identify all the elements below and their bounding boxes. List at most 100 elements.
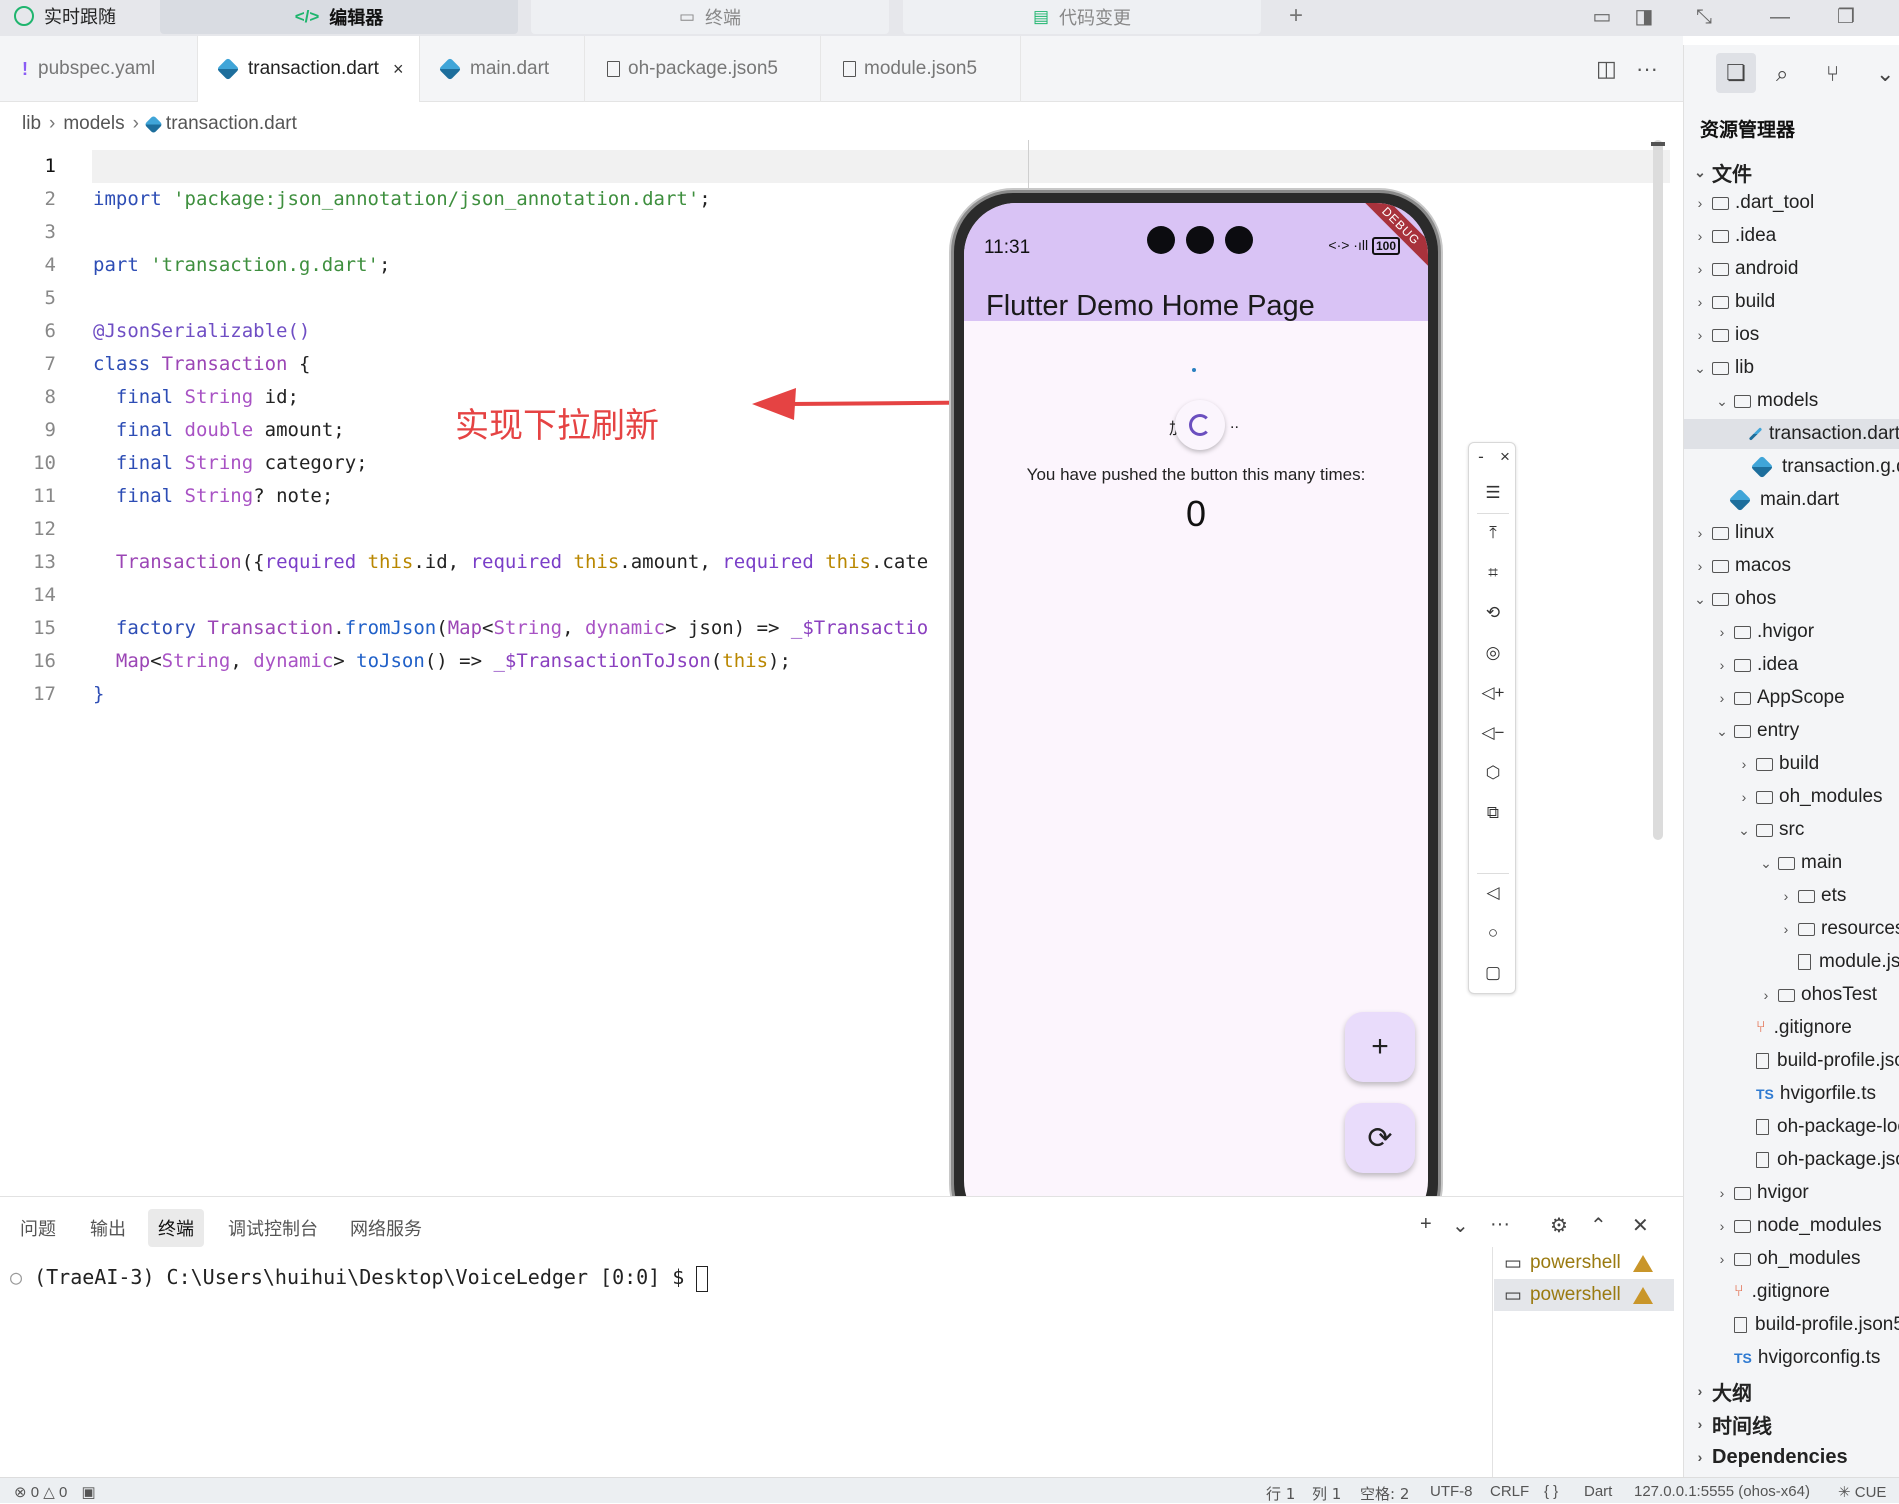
tree-item[interactable]: TS hvigorconfig.ts <box>1734 1343 1880 1373</box>
new-tab-button[interactable]: + <box>1276 2 1316 32</box>
tree-item[interactable]: › resources <box>1778 914 1899 944</box>
recents-icon[interactable]: ▢ <box>1469 963 1517 983</box>
tree-item[interactable]: ⑂ .gitignore <box>1734 1277 1830 1307</box>
volume-up-icon[interactable]: ◁+ <box>1469 683 1517 703</box>
crop-icon[interactable]: ⌗ <box>1469 563 1517 583</box>
tree-item[interactable]: ⌄ src <box>1736 815 1804 845</box>
tree-item[interactable]: ⌄ entry <box>1714 716 1799 746</box>
cursor-column[interactable]: 列 1 <box>1312 1483 1341 1504</box>
phone-screen[interactable]: 11:31 <·> ·ıll 100 DEBUG Flutter Demo Ho… <box>964 203 1428 1233</box>
language-braces-icon[interactable]: { } <box>1544 1483 1558 1500</box>
tree-item[interactable]: main.dart <box>1728 485 1839 515</box>
new-terminal-icon[interactable]: + <box>1420 1213 1432 1236</box>
restore-icon[interactable]: ❐ <box>1832 4 1860 30</box>
add-fab-button[interactable]: + <box>1345 1012 1415 1082</box>
panel-tab-network[interactable]: 网络服务 <box>340 1209 432 1247</box>
files-section-header[interactable]: ⌄ 文件 <box>1692 157 1752 187</box>
emu-minimize-icon[interactable]: - <box>1469 447 1493 467</box>
tree-item[interactable]: ⌄ models <box>1714 386 1818 416</box>
home-icon[interactable]: ○ <box>1469 923 1517 943</box>
pin-top-icon[interactable]: ⤒ <box>1469 523 1517 543</box>
tree-item[interactable]: › .idea <box>1692 221 1777 251</box>
settings-icon[interactable]: ⚙ <box>1550 1213 1568 1238</box>
layout-side-icon[interactable]: ◨ <box>1630 4 1658 30</box>
tree-item[interactable]: ⌄ ohos <box>1692 584 1776 614</box>
rotate-icon[interactable]: ⟲ <box>1469 603 1517 623</box>
collapse-icon[interactable]: ⤡ <box>1690 4 1718 30</box>
volume-down-icon[interactable]: ◁− <box>1469 723 1517 743</box>
top-tab-changes[interactable]: ▤ 代码变更 <box>903 0 1261 34</box>
tree-item[interactable]: ⑂ .gitignore <box>1756 1013 1852 1043</box>
tree-item[interactable]: build-profile.json5 <box>1734 1310 1899 1340</box>
panel-tab-output[interactable]: 输出 <box>80 1209 136 1247</box>
tree-item[interactable]: ⌄ main <box>1758 848 1842 878</box>
menu-icon[interactable]: ☰ <box>1469 483 1517 503</box>
tree-item[interactable]: › build <box>1736 749 1820 779</box>
screenshot-icon[interactable]: ◎ <box>1469 643 1517 663</box>
chevron-down-icon[interactable]: ⌄ <box>1876 61 1894 87</box>
tree-item[interactable]: build-profile.json5 <box>1756 1046 1899 1076</box>
panel-tab-debug-console[interactable]: 调试控制台 <box>218 1209 328 1247</box>
emu-close-icon[interactable]: × <box>1493 447 1517 467</box>
tree-item[interactable]: › android <box>1692 254 1799 284</box>
tree-item[interactable]: ⌄ lib <box>1692 353 1754 383</box>
tab-module-json[interactable]: module.json5 <box>821 36 1021 102</box>
tree-item-selected[interactable]: transaction.dart <box>1684 419 1899 449</box>
close-panel-icon[interactable]: ✕ <box>1632 1213 1649 1238</box>
cue-indicator[interactable]: ✳ CUE <box>1838 1483 1886 1501</box>
tree-item[interactable]: › node_modules <box>1714 1211 1882 1241</box>
tree-item[interactable]: › .dart_tool <box>1692 188 1815 218</box>
tree-item[interactable]: › .idea <box>1714 650 1799 680</box>
back-icon[interactable]: ◁ <box>1469 883 1517 903</box>
timeline-section-header[interactable]: › 时间线 <box>1692 1409 1772 1439</box>
tab-transaction-dart[interactable]: transaction.dart × <box>198 36 420 102</box>
indent-setting[interactable]: 空格: 2 <box>1360 1483 1409 1504</box>
tab-pubspec[interactable]: ! pubspec.yaml <box>0 36 198 102</box>
chevron-down-icon[interactable]: ⌄ <box>1452 1213 1469 1238</box>
minimize-icon[interactable]: — <box>1766 4 1794 30</box>
maximize-panel-icon[interactable]: ⌃ <box>1590 1213 1607 1238</box>
cursor-line[interactable]: 行 1 <box>1266 1483 1295 1504</box>
layout-bottom-icon[interactable]: ▭ <box>1588 4 1616 30</box>
source-control-icon[interactable]: ⑂ <box>1826 61 1839 87</box>
language-mode[interactable]: Dart <box>1584 1483 1612 1500</box>
device-selector[interactable]: 127.0.0.1:5555 (ohos-x64) <box>1634 1483 1810 1500</box>
live-follow-button[interactable]: 实时跟随 <box>0 0 150 32</box>
outline-section-header[interactable]: › 大纲 <box>1692 1376 1752 1406</box>
top-tab-editor[interactable]: </> 编辑器 <box>160 0 518 34</box>
top-tab-terminal[interactable]: ▭ 终端 <box>531 0 889 34</box>
shake-icon[interactable]: ⬡ <box>1469 763 1517 783</box>
tree-item[interactable]: oh-package-lock.json5 <box>1756 1112 1899 1142</box>
breadcrumb-models[interactable]: models <box>63 113 124 135</box>
terminal-instance[interactable]: ▭ powershell <box>1494 1279 1674 1311</box>
multi-device-icon[interactable]: ⧉ <box>1469 803 1517 823</box>
tab-main-dart[interactable]: main.dart <box>420 36 585 102</box>
tree-item[interactable]: transaction.g.dart <box>1750 452 1899 482</box>
tree-item[interactable]: › ios <box>1692 320 1760 350</box>
tree-item[interactable]: oh-package.json5 <box>1756 1145 1899 1175</box>
close-tab-icon[interactable]: × <box>393 59 404 80</box>
editor-scrollbar[interactable] <box>1653 140 1663 840</box>
dependencies-section-header[interactable]: › Dependencies <box>1692 1442 1848 1472</box>
tab-oh-package[interactable]: oh-package.json5 <box>585 36 821 102</box>
encoding[interactable]: UTF-8 <box>1430 1483 1473 1500</box>
split-editor-icon[interactable]: ◫ <box>1596 56 1617 82</box>
more-actions-icon[interactable]: ··· <box>1636 56 1658 82</box>
line-ending[interactable]: CRLF <box>1490 1483 1529 1500</box>
search-icon[interactable]: ⌕ <box>1776 61 1788 87</box>
tree-item[interactable]: › oh_modules <box>1736 782 1883 812</box>
tree-item[interactable]: TS hvigorfile.ts <box>1756 1079 1876 1109</box>
panel-tab-problems[interactable]: 问题 <box>10 1209 66 1247</box>
tree-item[interactable]: › .hvigor <box>1714 617 1814 647</box>
tree-item[interactable]: › build <box>1692 287 1776 317</box>
explorer-files-icon[interactable]: ❏ <box>1716 53 1756 93</box>
panel-tab-terminal[interactable]: 终端 <box>148 1209 204 1247</box>
refresh-fab-button[interactable]: ⟳ <box>1345 1103 1415 1173</box>
tree-item[interactable]: › macos <box>1692 551 1791 581</box>
tree-item[interactable]: › hvigor <box>1714 1178 1809 1208</box>
problems-indicator[interactable]: ⊗ 0 △ 0 ▣ <box>14 1483 96 1501</box>
tree-item[interactable]: › ets <box>1778 881 1847 911</box>
tree-item[interactable]: › AppScope <box>1714 683 1845 713</box>
terminal-output[interactable]: ○ (TraeAI-3) C:\Users\huihui\Desktop\Voi… <box>10 1265 709 1292</box>
tree-item[interactable]: › linux <box>1692 518 1774 548</box>
